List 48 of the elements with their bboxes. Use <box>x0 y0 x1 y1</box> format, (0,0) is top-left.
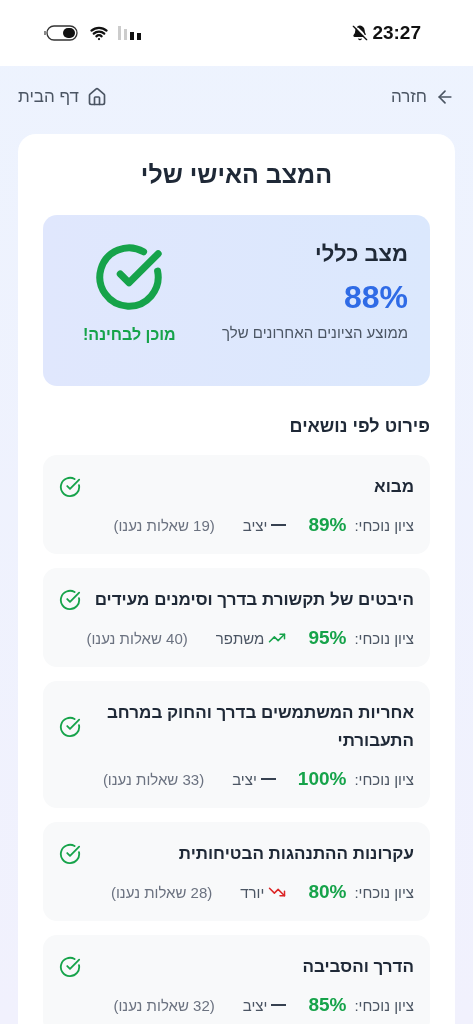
check-circle-icon <box>59 716 81 739</box>
check-circle-icon <box>59 589 81 612</box>
trend-label: משתפר <box>215 629 265 647</box>
topic-score: 85% <box>308 994 347 1017</box>
bell-off-icon <box>352 25 369 41</box>
score-label: ציון נוכחי: <box>354 516 414 534</box>
check-circle-icon <box>59 476 81 498</box>
check-circle-icon <box>59 843 81 866</box>
page-title: המצב האישי שלי <box>139 160 334 189</box>
trend-label: יציב <box>232 770 257 788</box>
trend-label: יורד <box>240 883 265 901</box>
topic-score: 80% <box>308 881 347 904</box>
dash-icon <box>271 1004 287 1007</box>
answered-count: (40 שאלות נענו) <box>86 629 188 647</box>
check-circle-icon <box>94 242 165 312</box>
topic-score: 89% <box>308 514 347 537</box>
score-label: ציון נוכחי: <box>354 629 414 647</box>
overall-score: 88% <box>343 279 408 316</box>
topic-name: מבוא <box>374 476 414 498</box>
topic-score: 100% <box>297 768 347 791</box>
readiness-text: מוכן לבחינה! <box>83 326 176 344</box>
trend-label: יציב <box>242 516 268 534</box>
topic-name: הדרך והסביבה <box>302 956 414 979</box>
topic-name: אחריות המשתמשים בדרך והחוק במרחב התעבורתי <box>105 702 414 753</box>
topic-score: 95% <box>308 627 347 650</box>
back-link[interactable]: חזרה <box>390 87 455 107</box>
section-heading: פירוט לפי נושאים <box>288 416 430 437</box>
status-time: 23:27 <box>372 22 421 44</box>
battery-icon <box>44 25 80 41</box>
score-label: ציון נוכחי: <box>354 996 414 1014</box>
topic-name: היבטים של תקשורת בדרך וסימנים מעידים <box>94 589 414 612</box>
topic-name: עקרונות ההתנהגות הבטיחותית <box>178 843 414 866</box>
dash-icon <box>271 524 287 527</box>
answered-count: (33 שאלות נענו) <box>102 770 205 788</box>
answered-count: (28 שאלות נענו) <box>110 883 213 901</box>
wifi-icon <box>90 24 108 42</box>
check-circle-icon <box>59 956 81 979</box>
answered-count: (32 שאלות נענו) <box>113 996 215 1014</box>
score-label: ציון נוכחי: <box>354 770 414 788</box>
home-icon <box>87 87 107 107</box>
summary-heading: מצב כללי <box>315 241 408 267</box>
answered-count: (19 שאלות נענו) <box>113 516 215 534</box>
score-label: ציון נוכחי: <box>354 883 414 901</box>
summary-caption: ממוצע הציונים האחרונים שלך <box>222 324 408 341</box>
dash-icon <box>260 778 276 781</box>
signal-icon <box>118 26 142 40</box>
trend-label: יציב <box>242 996 268 1014</box>
home-link[interactable]: דף הבית <box>18 87 107 107</box>
